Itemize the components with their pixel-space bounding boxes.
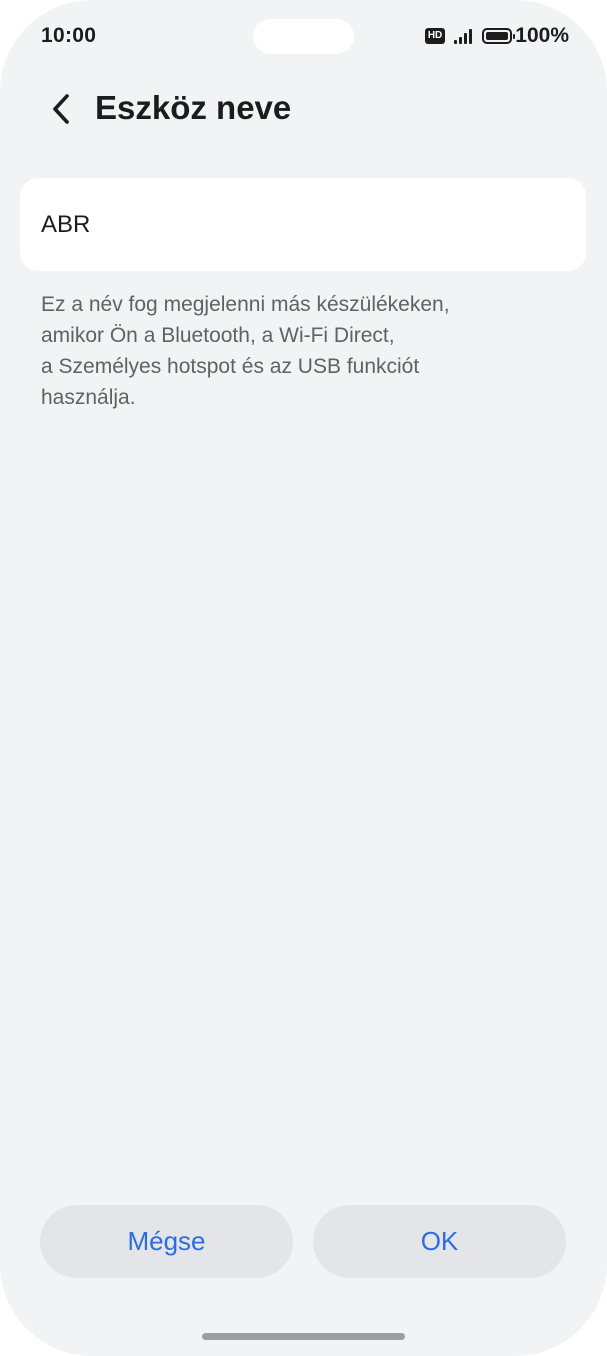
cancel-button[interactable]: Mégse (40, 1205, 293, 1278)
battery-percentage: 100% (515, 24, 569, 47)
hint-line: használja. (41, 386, 136, 409)
back-button[interactable] (38, 86, 84, 132)
status-time: 10:00 (41, 24, 97, 47)
device-name-hint: Ez a név fog megjelenni más készülékeken… (41, 289, 561, 413)
hd-icon: HD (424, 28, 446, 44)
camera-cutout (253, 19, 354, 54)
home-indicator[interactable] (202, 1333, 405, 1340)
chevron-left-icon (53, 94, 69, 124)
ok-button[interactable]: OK (313, 1205, 566, 1278)
device-name-input[interactable] (41, 178, 561, 271)
phone-screen: 10:00 HD 100% Eszköz neve Ez a név fog m… (0, 0, 607, 1356)
page-title: Eszköz neve (95, 89, 292, 126)
device-name-card (20, 178, 586, 271)
status-icons: HD 100% (424, 24, 569, 48)
battery-icon (482, 28, 516, 44)
hint-line: a Személyes hotspot és az USB funkciót (41, 355, 420, 378)
hint-line: Ez a név fog megjelenni más készülékeken… (41, 293, 450, 316)
signal-icon (454, 28, 473, 44)
hint-line: amikor Ön a Bluetooth, a Wi-Fi Direct, (41, 324, 395, 347)
